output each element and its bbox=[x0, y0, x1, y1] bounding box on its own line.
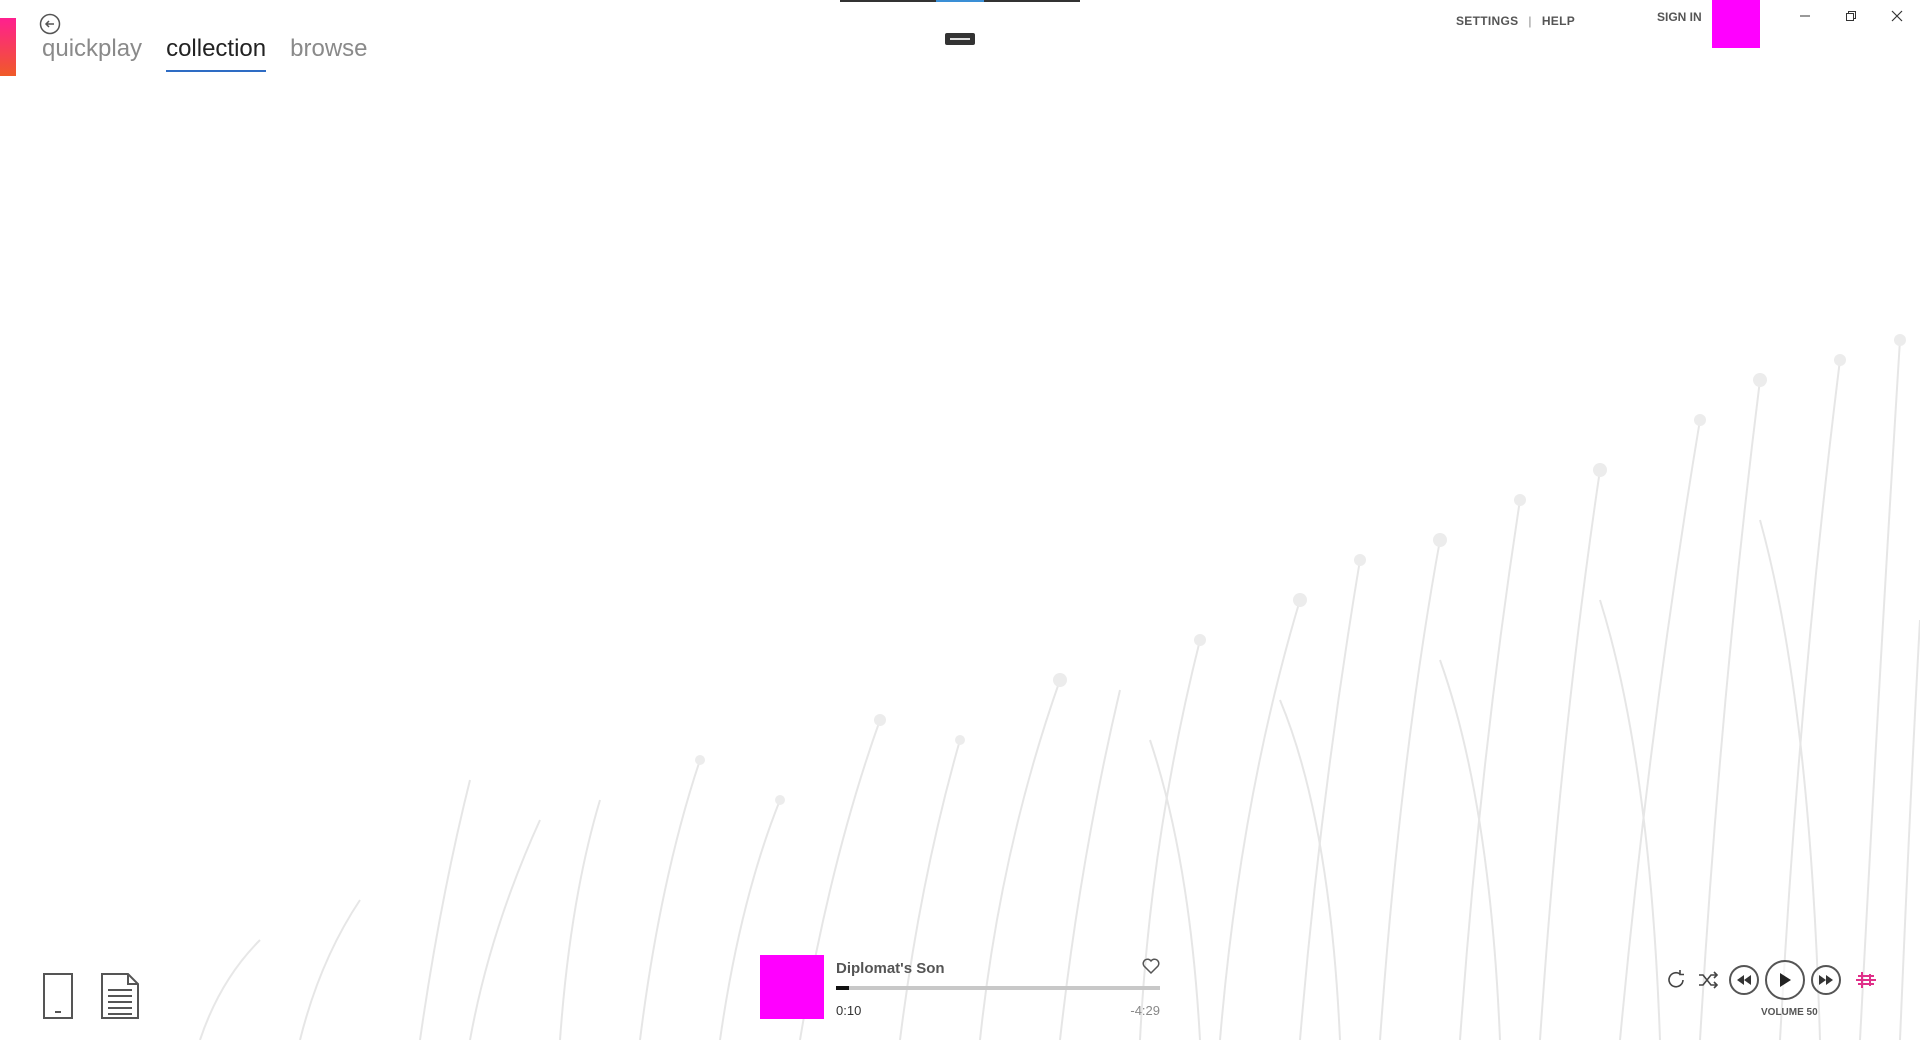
time-elapsed: 0:10 bbox=[836, 1003, 862, 1018]
document-list-icon bbox=[101, 973, 139, 1019]
restore-icon bbox=[1846, 11, 1856, 21]
next-button[interactable] bbox=[1811, 965, 1841, 995]
rewind-icon bbox=[1737, 975, 1751, 985]
time-remaining: -4:29 bbox=[1130, 1003, 1160, 1018]
minimize-button[interactable] bbox=[1782, 0, 1828, 32]
device-button[interactable] bbox=[42, 972, 74, 1025]
seek-bar[interactable] bbox=[836, 986, 1160, 990]
back-button[interactable] bbox=[39, 13, 61, 35]
favorite-button[interactable] bbox=[1141, 956, 1161, 976]
settings-link[interactable]: SETTINGS bbox=[1456, 14, 1518, 28]
play-icon bbox=[1780, 973, 1791, 987]
accent-strip bbox=[0, 18, 16, 76]
album-art[interactable] bbox=[760, 955, 824, 1019]
close-icon bbox=[1891, 10, 1903, 22]
tab-browse[interactable]: browse bbox=[290, 34, 367, 72]
phone-device-icon bbox=[43, 973, 73, 1019]
previous-button[interactable] bbox=[1729, 965, 1759, 995]
top-loading-bar-fill bbox=[936, 0, 984, 2]
minimize-icon bbox=[1800, 15, 1810, 17]
tab-quickplay[interactable]: quickplay bbox=[42, 34, 142, 72]
equalizer-icon bbox=[1856, 972, 1876, 988]
shuffle-icon bbox=[1699, 971, 1719, 989]
top-loading-bar bbox=[840, 0, 1080, 2]
heart-icon bbox=[1142, 958, 1160, 975]
play-button[interactable] bbox=[1765, 960, 1805, 1000]
restore-button[interactable] bbox=[1828, 0, 1874, 32]
shuffle-button[interactable] bbox=[1696, 968, 1720, 992]
seek-bar-fill bbox=[836, 986, 849, 990]
volume-label[interactable]: VOLUME 50 bbox=[1761, 1007, 1818, 1018]
app-window: quickplay collection browse SETTINGS | H… bbox=[0, 0, 1920, 1040]
header-links: SETTINGS | HELP bbox=[1456, 14, 1575, 28]
tab-collection[interactable]: collection bbox=[166, 34, 267, 72]
help-link[interactable]: HELP bbox=[1542, 14, 1575, 28]
main-tabs: quickplay collection browse bbox=[42, 34, 368, 72]
now-playing-list-button[interactable] bbox=[100, 972, 140, 1025]
mini-player-toggle[interactable] bbox=[945, 33, 975, 45]
avatar[interactable] bbox=[1712, 0, 1760, 48]
repeat-button[interactable] bbox=[1664, 968, 1688, 992]
equalizer-button[interactable] bbox=[1853, 968, 1879, 992]
close-button[interactable] bbox=[1874, 0, 1920, 32]
header-separator: | bbox=[1528, 14, 1532, 28]
repeat-icon bbox=[1668, 970, 1684, 988]
track-title[interactable]: Diplomat's Son bbox=[836, 960, 945, 977]
sign-in-link[interactable]: SIGN IN bbox=[1657, 10, 1702, 24]
back-arrow-circle-icon bbox=[39, 13, 61, 35]
fast-forward-icon bbox=[1819, 975, 1833, 985]
background-grass-art bbox=[199, 334, 1920, 1040]
